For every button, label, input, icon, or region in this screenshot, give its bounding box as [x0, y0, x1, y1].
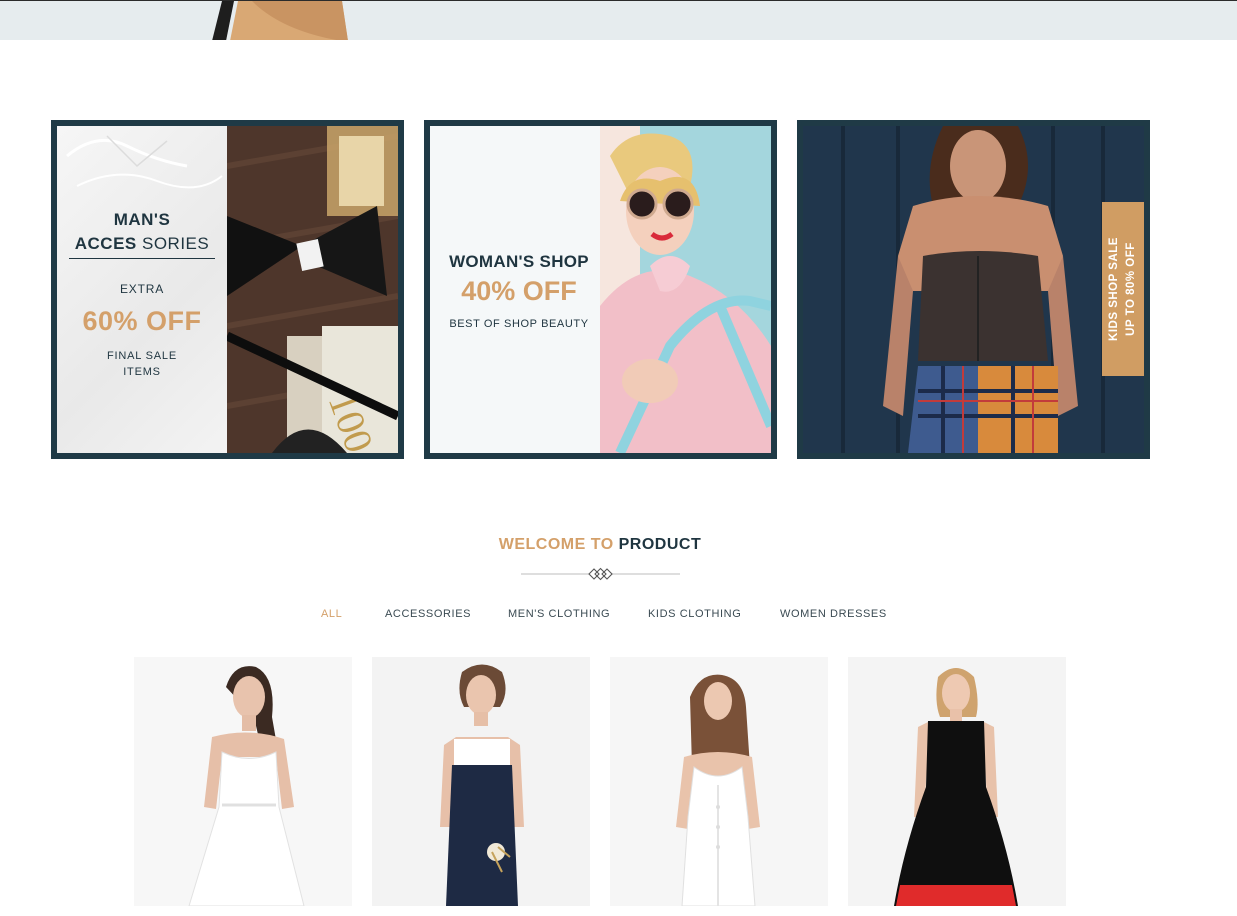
banner-text-panel: WOMAN'S SHOP 40% OFF BEST OF SHOP BEAUTY [430, 126, 600, 453]
banner-title-bold: ACCES [74, 234, 137, 253]
title-divider-ornament [521, 567, 680, 581]
final-sale-line-2: ITEMS [123, 366, 161, 378]
products-section-title: WELCOME TO PRODUCT [0, 536, 1200, 554]
kids-sale-line-1: KIDS SHOP SALE [1108, 237, 1120, 341]
final-sale-line-1: FINAL SALE [107, 350, 177, 362]
banner-subtitle: BEST OF SHOP BEAUTY [449, 318, 589, 330]
filter-women-dresses[interactable]: WOMEN DRESSES [780, 608, 887, 620]
banner-final-sale: FINAL SALE ITEMS [69, 348, 215, 380]
womans-shop-banner[interactable]: WOMAN'S SHOP 40% OFF BEST OF SHOP BEAUTY [424, 120, 777, 459]
product-card[interactable] [372, 657, 590, 906]
mens-accessories-banner[interactable]: MAN'S ACCES SORIES EXTRA 60% OFF FINAL S… [51, 120, 404, 459]
product-card[interactable] [610, 657, 828, 906]
kids-sale-line-2: UP TO 80% OFF [1125, 242, 1137, 336]
filter-accessories[interactable]: ACCESSORIES [385, 608, 471, 620]
kids-shop-image [803, 126, 1144, 453]
banner-discount: 40% OFF [461, 276, 577, 306]
kids-sale-tag-text: KIDS SHOP SALE UP TO 80% OFF [1106, 237, 1140, 341]
product-image [372, 657, 590, 906]
banner-discount: 60% OFF [82, 306, 202, 336]
hero-banner-strip [0, 0, 1237, 40]
product-card[interactable] [134, 657, 352, 906]
banner-title: MAN'S ACCES SORIES [69, 208, 215, 256]
title-accent: WELCOME TO [498, 536, 614, 553]
kids-shop-banner[interactable]: KIDS SHOP SALE UP TO 80% OFF [797, 120, 1150, 459]
banner-title-thin: SORIES [136, 234, 210, 253]
product-image [848, 657, 1066, 906]
title-dark: PRODUCT [618, 536, 702, 553]
banner-text-panel: MAN'S ACCES SORIES EXTRA 60% OFF FINAL S… [57, 126, 227, 453]
filter-kids-clothing[interactable]: KIDS CLOTHING [648, 608, 741, 620]
decorative-sketch [66, 135, 223, 189]
product-image [610, 657, 828, 906]
banner-extra-label: EXTRA [119, 282, 164, 296]
product-card[interactable] [848, 657, 1066, 906]
kids-sale-tag: KIDS SHOP SALE UP TO 80% OFF [1102, 202, 1144, 376]
product-filter-tabs: ALL ACCESSORIES MEN'S CLOTHING KIDS CLOT… [0, 608, 1237, 624]
mens-accessories-image: 100 [227, 126, 398, 453]
banner-title-line-1: MAN'S [113, 210, 171, 229]
hero-model-image [212, 1, 348, 40]
title-underline [69, 258, 215, 259]
filter-all[interactable]: ALL [321, 608, 342, 620]
banner-title: WOMAN'S SHOP [449, 252, 589, 271]
woman-shop-image [600, 126, 771, 453]
product-image [134, 657, 352, 906]
banner-title-line-2: ACCES SORIES [69, 232, 215, 256]
filter-mens-clothing[interactable]: MEN'S CLOTHING [508, 608, 610, 620]
